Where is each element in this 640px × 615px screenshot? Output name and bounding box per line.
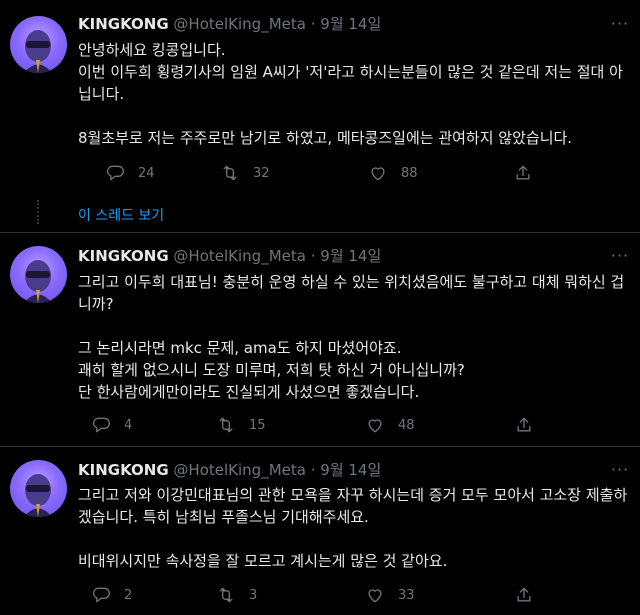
tweet-text: 그리고 저와 이강민대표님의 관한 모욕을 자꾸 하시는데 증거 모두 모아서 … — [78, 486, 628, 570]
tweet-actions: 2 3 33 — [0, 583, 640, 607]
like-button[interactable]: 33 — [365, 583, 415, 607]
divider — [0, 232, 640, 233]
display-name[interactable]: KINGKONG — [78, 461, 169, 479]
like-count: 33 — [398, 587, 415, 603]
tweet-text: 안녕하세요 킹콩입니다. 이번 이두희 횡령기사의 임원 A씨가 '저'라고 하… — [78, 41, 623, 147]
tweet-header: KINGKONG @HotelKing_Meta · 9월 14일 — [78, 246, 381, 266]
handle[interactable]: @HotelKing_Meta — [173, 461, 306, 479]
thread-line — [37, 200, 39, 224]
retweet-button[interactable]: 15 — [216, 413, 266, 437]
retweet-count: 15 — [249, 417, 266, 433]
divider — [0, 446, 640, 447]
share-icon — [517, 417, 531, 432]
reply-button[interactable]: 4 — [91, 413, 132, 437]
more-icon[interactable]: ··· — [608, 460, 632, 480]
handle[interactable]: @HotelKing_Meta — [173, 247, 306, 265]
share-icon — [516, 165, 530, 180]
reply-icon — [106, 165, 124, 181]
reply-count: 2 — [124, 587, 133, 603]
like-button[interactable]: 88 — [368, 161, 418, 185]
avatar-image — [24, 260, 52, 303]
avatar-image — [24, 474, 52, 517]
separator: · — [310, 461, 316, 479]
handle[interactable]: @HotelKing_Meta — [173, 15, 306, 33]
like-icon — [371, 167, 385, 181]
show-thread-link[interactable]: 이 스레드 보기 — [78, 206, 164, 226]
share-button[interactable] — [514, 583, 534, 607]
reply-button[interactable]: 24 — [105, 161, 155, 185]
share-button[interactable] — [513, 161, 533, 185]
tweet-text: 그리고 이두희 대표님! 충분히 운영 하실 수 있는 위치셨음에도 불구하고 … — [78, 273, 625, 401]
like-count: 48 — [398, 417, 415, 433]
reply-button[interactable]: 2 — [91, 583, 132, 607]
avatar[interactable] — [10, 16, 67, 73]
more-icon[interactable]: ··· — [608, 14, 632, 34]
avatar-image — [24, 30, 52, 73]
retweet-count: 32 — [253, 165, 270, 181]
tweet-header: KINGKONG @HotelKing_Meta · 9월 14일 — [78, 14, 381, 34]
reply-icon — [92, 587, 110, 603]
avatar[interactable] — [10, 246, 67, 303]
reply-count: 4 — [124, 417, 133, 433]
like-button[interactable]: 48 — [365, 413, 415, 437]
like-icon — [368, 419, 382, 433]
retweet-button[interactable]: 32 — [220, 161, 270, 185]
tweet-header: KINGKONG @HotelKing_Meta · 9월 14일 — [78, 460, 381, 480]
tweet-actions: 24 32 88 — [0, 161, 640, 185]
retweet-count: 3 — [249, 587, 258, 603]
timestamp[interactable]: 9월 14일 — [320, 15, 381, 33]
like-count: 88 — [401, 165, 418, 181]
more-icon[interactable]: ··· — [608, 246, 632, 266]
avatar[interactable] — [10, 460, 67, 517]
display-name[interactable]: KINGKONG — [78, 15, 169, 33]
retweet-icon — [223, 165, 237, 181]
display-name[interactable]: KINGKONG — [78, 247, 169, 265]
separator: · — [310, 247, 316, 265]
reply-count: 24 — [138, 165, 155, 181]
timestamp[interactable]: 9월 14일 — [320, 461, 381, 479]
reply-icon — [92, 417, 110, 433]
separator: · — [310, 15, 316, 33]
share-button[interactable] — [514, 413, 534, 437]
retweet-icon — [219, 417, 233, 433]
like-icon — [368, 589, 382, 603]
tweet-actions: 4 15 48 — [0, 413, 640, 437]
retweet-button[interactable]: 3 — [216, 583, 257, 607]
retweet-icon — [219, 587, 233, 603]
timestamp[interactable]: 9월 14일 — [320, 247, 381, 265]
share-icon — [517, 587, 531, 602]
